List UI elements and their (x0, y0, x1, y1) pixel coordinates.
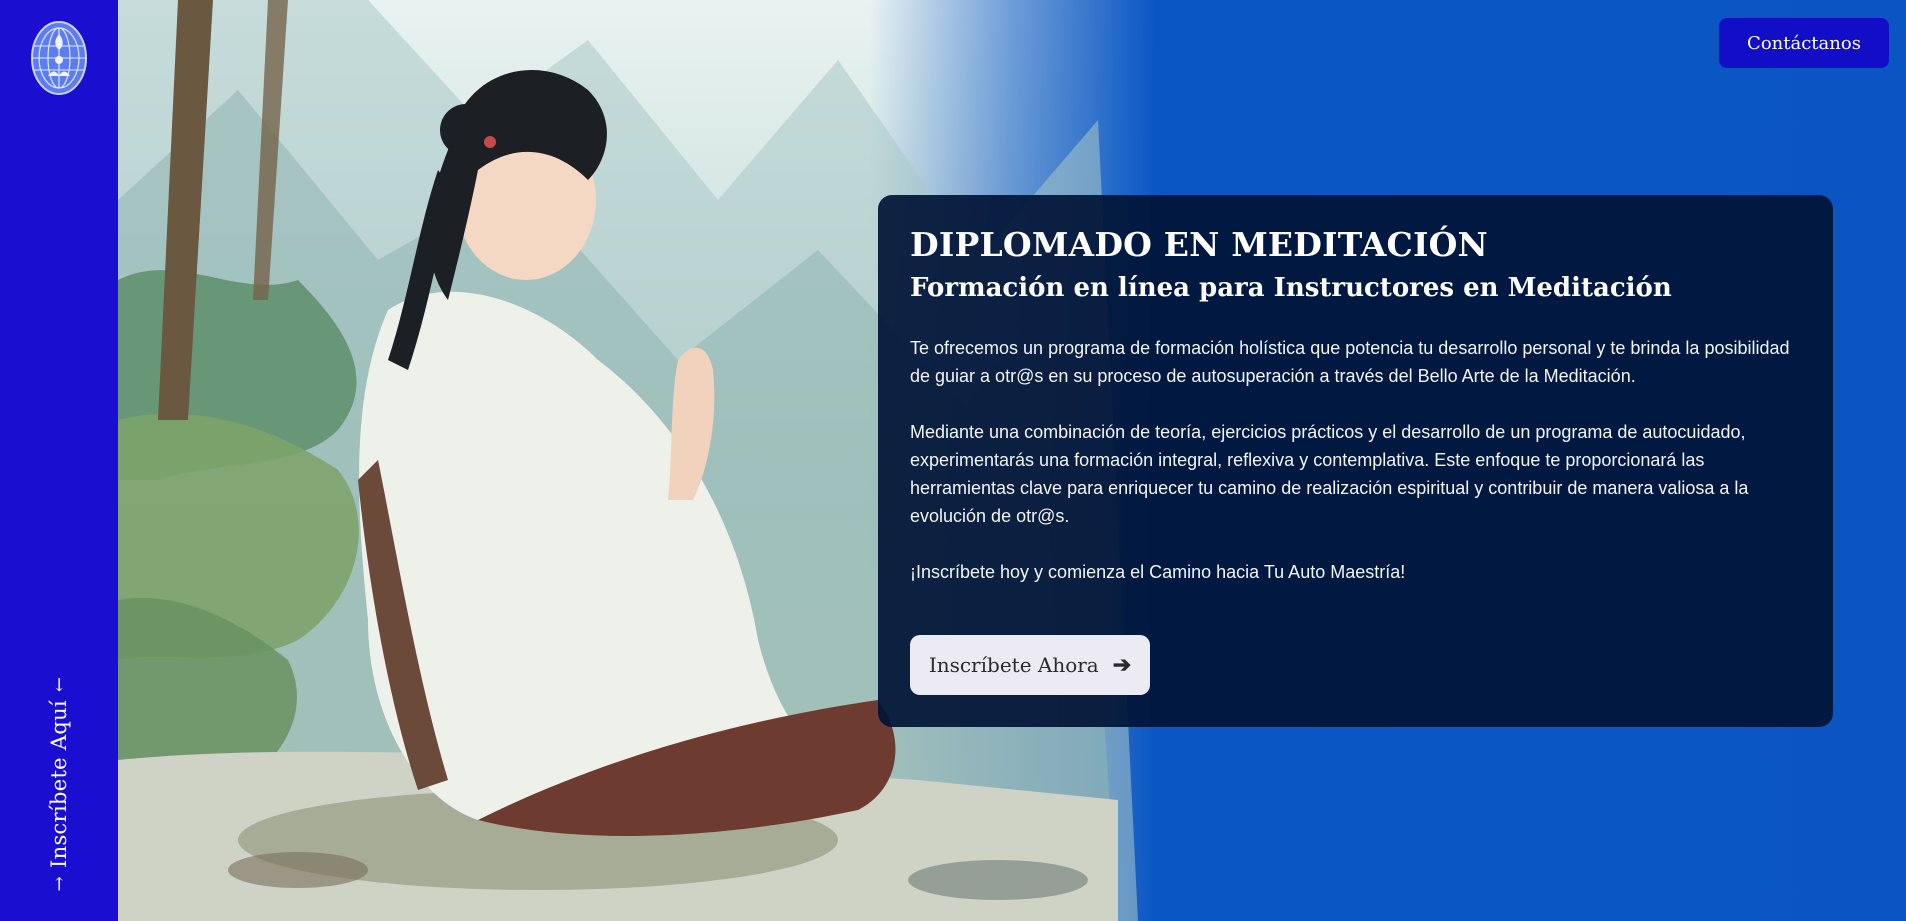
course-description-2: Mediante una combinación de teoría, ejer… (910, 421, 1749, 526)
sidebar-enroll-label: Inscríbete Aquí (47, 700, 71, 868)
landing-page: → Inscríbete Aquí ← Contáctanos DIPLOMAD… (0, 0, 1906, 921)
course-info-card: DIPLOMADO EN MEDITACIÓN Formación en lín… (878, 195, 1833, 727)
arrow-right-icon: ➔ (1112, 652, 1132, 678)
arrow-left-icon: ← (48, 676, 70, 693)
course-subtitle: Formación en línea para Instructores en … (910, 272, 1672, 303)
enroll-now-button[interactable]: Inscríbete Ahora ➔ (910, 635, 1150, 695)
course-description-1: Te ofrecemos un programa de formación ho… (910, 337, 1790, 386)
enroll-now-label: Inscríbete Ahora (928, 653, 1099, 677)
lotus-globe-icon[interactable] (30, 20, 88, 96)
call-to-action-text: ¡Inscríbete hoy y comienza el Camino hac… (910, 561, 1406, 582)
sidebar-enroll-link[interactable]: → Inscríbete Aquí ← (47, 677, 71, 892)
contact-button[interactable]: Contáctanos (1719, 18, 1889, 68)
sidebar: → Inscríbete Aquí ← (0, 0, 118, 921)
arrow-right-icon: → (48, 875, 70, 892)
course-title: DIPLOMADO EN MEDITACIÓN (910, 225, 1488, 264)
